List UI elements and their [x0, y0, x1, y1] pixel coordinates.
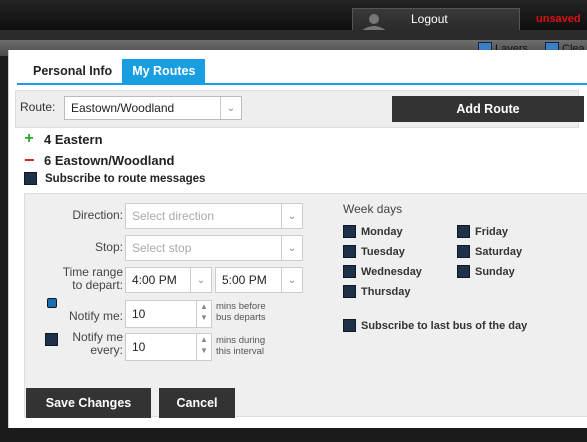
day-label: Sunday	[475, 265, 515, 278]
route-item: + 4 Eastern	[24, 130, 103, 148]
day-label: Wednesday	[361, 265, 422, 278]
notify-every-label-line1: Notify me	[72, 330, 123, 344]
notify-every-stepper[interactable]: 10 ▲ ▼	[125, 333, 212, 361]
day-checkbox[interactable]	[457, 225, 470, 238]
stop-label: Stop:	[94, 240, 123, 254]
notify-me-note-line1: mins before	[216, 301, 266, 312]
expand-route-icon[interactable]: +	[24, 130, 34, 148]
notify-me-note-line2: bus departs	[216, 312, 266, 323]
day-label: Tuesday	[361, 245, 405, 258]
day-wednesday[interactable]: Wednesday	[343, 265, 422, 278]
day-checkbox[interactable]	[343, 225, 356, 238]
stop-placeholder: Select stop	[132, 241, 192, 255]
notify-me-value: 10	[132, 307, 146, 321]
time-from-select[interactable]: 4:00 PM ⌄	[125, 267, 212, 293]
notify-me-stepper[interactable]: 10 ▲ ▼	[125, 300, 212, 328]
day-friday[interactable]: Friday	[457, 225, 508, 238]
route-select-value: Eastown/Woodland	[71, 101, 175, 115]
notify-every-label: Notify me every:	[55, 331, 123, 357]
notify-every-note-line2: this interval	[216, 346, 265, 357]
day-checkbox[interactable]	[343, 285, 356, 298]
route-name: 4 Eastern	[44, 131, 103, 147]
tab-bar: Personal Info My Routes	[23, 59, 206, 83]
chevron-down-icon[interactable]: ⌄	[281, 268, 302, 292]
last-bus-label: Subscribe to last bus of the day	[361, 319, 528, 332]
notify-me-note: mins before bus departs	[216, 301, 266, 323]
direction-select[interactable]: Select direction ⌄	[125, 203, 303, 229]
header-band	[0, 30, 587, 40]
time-to-select[interactable]: 5:00 PM ⌄	[215, 267, 303, 293]
bottom-strip	[0, 428, 587, 442]
last-bus-option[interactable]: Subscribe to last bus of the day	[343, 319, 527, 332]
day-tuesday[interactable]: Tuesday	[343, 245, 405, 258]
logout-label: Logout	[411, 12, 448, 26]
route-details: Direction: Select direction ⌄ Stop: Sele…	[24, 193, 587, 418]
user-avatar-icon	[361, 14, 387, 31]
route-select[interactable]: Eastown/Woodland ⌄	[64, 96, 242, 120]
notify-every-label-line2: every:	[90, 343, 123, 357]
chevron-down-icon[interactable]: ⌄	[281, 236, 302, 260]
direction-placeholder: Select direction	[132, 209, 215, 223]
day-sunday[interactable]: Sunday	[457, 265, 515, 278]
day-label: Thursday	[361, 285, 411, 298]
notify-me-label: Notify me:	[68, 309, 123, 323]
subscribe-messages-checkbox[interactable]	[24, 172, 37, 185]
time-range-label: Time range to depart:	[45, 266, 123, 292]
weekdays-title: Week days	[343, 202, 403, 216]
add-route-button[interactable]: Add Route	[392, 96, 584, 122]
subscribe-messages-label: Subscribe to route messages	[45, 172, 206, 185]
route-label: Route:	[20, 100, 56, 114]
chevron-down-icon[interactable]: ⌄	[190, 268, 211, 292]
save-changes-button[interactable]: Save Changes	[26, 388, 151, 418]
stop-select[interactable]: Select stop ⌄	[125, 235, 303, 261]
notify-me-radio[interactable]	[47, 298, 57, 308]
remove-route-icon[interactable]: −	[24, 150, 35, 171]
day-label: Saturday	[475, 245, 523, 258]
route-name: 6 Eastown/Woodland	[44, 153, 175, 168]
stepper-arrows-icon[interactable]: ▲ ▼	[196, 301, 211, 327]
day-monday[interactable]: Monday	[343, 225, 403, 238]
day-checkbox[interactable]	[343, 245, 356, 258]
tab-underline	[17, 83, 587, 85]
day-label: Monday	[361, 225, 403, 238]
day-thursday[interactable]: Thursday	[343, 285, 411, 298]
tab-personal-info[interactable]: Personal Info	[23, 59, 122, 83]
routes-panel: Personal Info My Routes Route: Eastown/W…	[8, 50, 587, 428]
day-label: Friday	[475, 225, 509, 238]
notify-every-note-line1: mins during	[216, 335, 266, 346]
chevron-down-icon[interactable]: ⌄	[220, 97, 241, 119]
day-checkbox[interactable]	[343, 265, 356, 278]
last-bus-checkbox[interactable]	[343, 319, 356, 332]
unsaved-indicator: unsaved	[536, 13, 581, 25]
cancel-button[interactable]: Cancel	[159, 388, 235, 418]
stepper-arrows-icon[interactable]: ▲ ▼	[196, 334, 211, 360]
chevron-down-icon[interactable]: ⌄	[281, 204, 302, 228]
top-bar: Logout unsaved	[0, 0, 587, 31]
logout-button[interactable]: Logout	[352, 8, 520, 31]
time-from-value: 4:00 PM	[132, 273, 177, 287]
day-checkbox[interactable]	[457, 265, 470, 278]
notify-every-note: mins during this interval	[216, 335, 265, 357]
tab-my-routes[interactable]: My Routes	[122, 59, 206, 83]
time-range-label-line1: Time range	[62, 265, 123, 279]
day-checkbox[interactable]	[457, 245, 470, 258]
route-picker: Route: Eastown/Woodland ⌄ Add Route	[15, 90, 584, 128]
notify-every-value: 10	[132, 340, 146, 354]
route-item: − 6 Eastown/Woodland	[24, 150, 175, 171]
subscribe-messages[interactable]: Subscribe to route messages	[24, 172, 205, 185]
time-range-label-line2: to depart:	[72, 278, 123, 292]
direction-label: Direction:	[72, 208, 123, 222]
time-to-value: 5:00 PM	[222, 273, 267, 287]
day-saturday[interactable]: Saturday	[457, 245, 522, 258]
